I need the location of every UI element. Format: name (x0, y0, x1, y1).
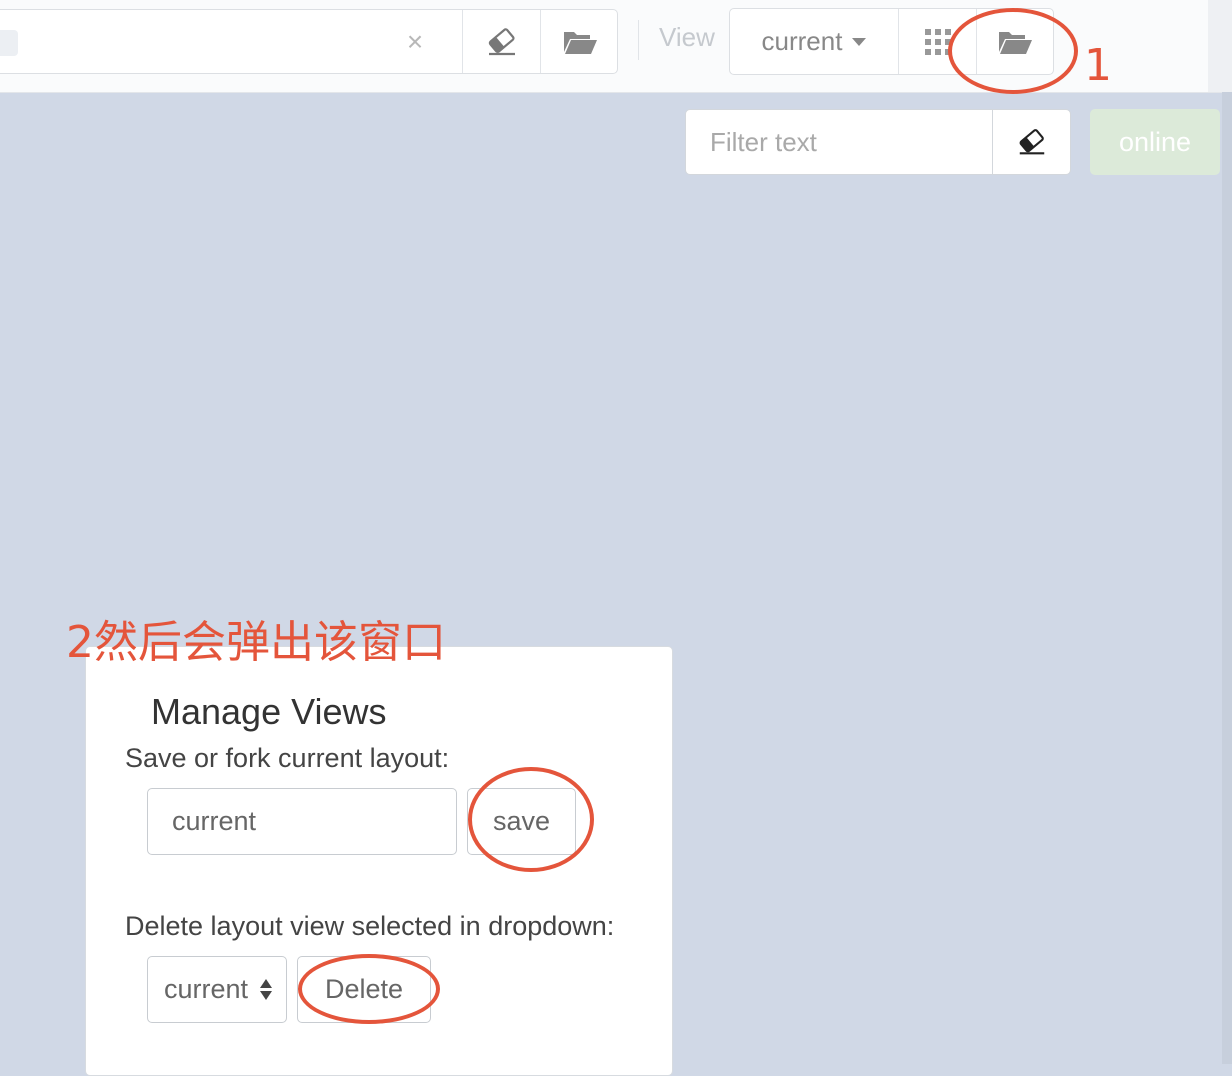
annotation-step-2: 2然后会弹出该窗口 (66, 617, 446, 668)
search-box: × (0, 9, 618, 74)
filter-group (685, 109, 1071, 175)
open-file-button[interactable] (540, 10, 618, 73)
folder-open-icon (999, 31, 1032, 54)
filter-clear-button[interactable] (992, 110, 1070, 174)
view-label: View (659, 22, 715, 52)
folder-open-icon (563, 31, 597, 54)
layout-grid-button[interactable] (898, 9, 976, 74)
manage-views-panel: Manage Views Save or fork current layout… (85, 646, 673, 1076)
delete-view-button[interactable]: Delete (297, 956, 431, 1023)
save-view-button[interactable]: save (467, 788, 576, 855)
toolbar-divider (638, 20, 639, 60)
view-name-input[interactable] (147, 788, 457, 855)
delete-view-select[interactable]: current (147, 956, 287, 1023)
view-button-group: current (729, 8, 1054, 75)
manage-views-button[interactable] (976, 9, 1053, 74)
delete-select-value: current (164, 974, 249, 1004)
filter-text-input[interactable] (686, 110, 991, 174)
search-input[interactable] (0, 10, 380, 73)
eraser-icon (488, 27, 515, 55)
chevron-down-icon (852, 37, 867, 46)
view-dropdown-value: current (761, 26, 843, 56)
save-layout-label: Save or fork current layout: (125, 743, 450, 773)
delete-layout-label: Delete layout view selected in dropdown: (125, 911, 615, 941)
online-button[interactable]: online (1090, 109, 1220, 175)
eraser-icon (1019, 129, 1044, 155)
annotation-step-1: 1 (1084, 40, 1112, 91)
clear-search-button[interactable]: × (395, 24, 435, 60)
scrollbar-edge (1208, 0, 1232, 92)
top-toolbar: × View current (0, 0, 1232, 93)
page-scrollbar[interactable] (1222, 92, 1232, 1064)
eraser-button[interactable] (462, 10, 540, 73)
select-arrows-icon (260, 979, 273, 1000)
panel-title: Manage Views (151, 691, 387, 732)
view-dropdown[interactable]: current (730, 9, 898, 74)
grid-icon (924, 28, 951, 55)
